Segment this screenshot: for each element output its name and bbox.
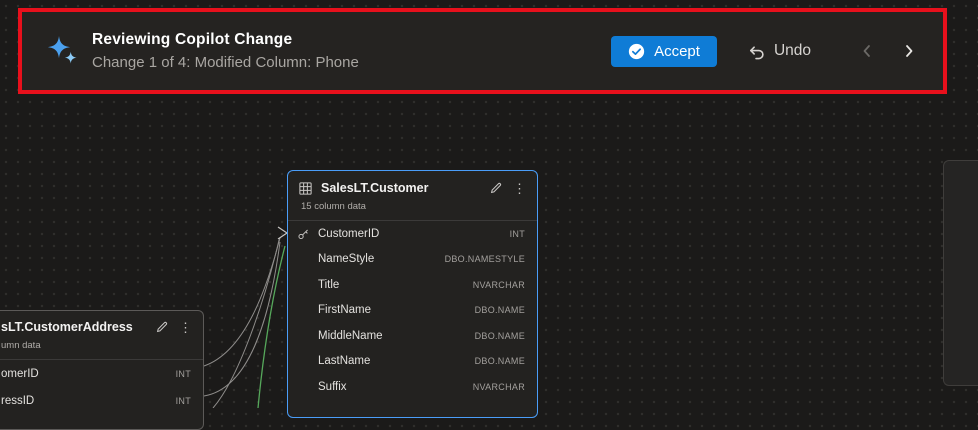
table-grid-icon <box>298 181 313 196</box>
pencil-icon <box>155 320 169 334</box>
column-type: INT <box>176 396 191 406</box>
more-options-button[interactable]: ⋮ <box>512 181 527 196</box>
check-circle-icon <box>628 43 645 60</box>
column-count-label: umn data <box>0 340 203 360</box>
table-node-header: sLT.CustomerAddress ⋮ <box>0 311 203 340</box>
column-type: INT <box>176 369 191 379</box>
column-name: NameStyle <box>318 253 445 265</box>
column-name: CustomerID <box>318 228 510 240</box>
column-row-customerid[interactable]: omerID INT <box>0 360 203 388</box>
column-row-firstname[interactable]: FirstName DBO.NAME <box>288 298 537 324</box>
undo-button[interactable]: Undo <box>747 42 811 61</box>
edit-table-button[interactable] <box>488 180 504 196</box>
column-type: DBO.NAME <box>475 356 525 366</box>
column-row-addressid[interactable]: ressID INT <box>0 388 203 416</box>
column-row-title[interactable]: Title NVARCHAR <box>288 272 537 298</box>
accept-button[interactable]: Accept <box>611 36 717 67</box>
column-row-middlename[interactable]: MiddleName DBO.NAME <box>288 323 537 349</box>
column-row-suffix[interactable]: Suffix NVARCHAR <box>288 374 537 400</box>
table-node-customer-address[interactable]: sLT.CustomerAddress ⋮ umn data omerID IN… <box>0 310 204 430</box>
column-name: LastName <box>318 355 475 367</box>
pencil-icon <box>489 181 503 195</box>
banner-subtitle: Change 1 of 4: Modified Column: Phone <box>92 54 359 71</box>
column-name: Suffix <box>318 381 473 393</box>
more-vertical-icon: ⋮ <box>179 320 192 335</box>
primary-key-icon <box>297 227 310 240</box>
column-type: NVARCHAR <box>473 280 525 290</box>
column-row-namestyle[interactable]: NameStyle DBO.NAMESTYLE <box>288 247 537 273</box>
edit-table-button[interactable] <box>154 319 170 335</box>
column-name: MiddleName <box>318 330 475 342</box>
column-type: NVARCHAR <box>473 382 525 392</box>
column-name: FirstName <box>318 304 475 316</box>
table-title: SalesLT.Customer <box>321 181 480 195</box>
next-change-button[interactable] <box>897 39 921 63</box>
more-options-button[interactable]: ⋮ <box>178 320 193 335</box>
change-nav-group <box>855 39 921 63</box>
column-type: INT <box>510 229 525 239</box>
chevron-left-icon <box>859 43 875 59</box>
accept-label: Accept <box>654 43 700 60</box>
copilot-review-banner: Reviewing Copilot Change Change 1 of 4: … <box>18 8 947 94</box>
chevron-right-icon <box>901 43 917 59</box>
column-type: DBO.NAMESTYLE <box>445 254 525 264</box>
column-row-lastname[interactable]: LastName DBO.NAME <box>288 349 537 375</box>
column-name: ressID <box>1 395 176 407</box>
column-row-customerid[interactable]: CustomerID INT <box>288 221 537 247</box>
table-node-customer[interactable]: SalesLT.Customer ⋮ 15 column data Custom… <box>287 170 538 418</box>
column-type: DBO.NAME <box>475 305 525 315</box>
undo-icon <box>747 42 766 61</box>
column-type: DBO.NAME <box>475 331 525 341</box>
table-title: sLT.CustomerAddress <box>1 320 146 334</box>
banner-actions: Accept Undo <box>611 36 921 67</box>
table-node-header: SalesLT.Customer ⋮ <box>288 171 537 201</box>
table-node-partial-right[interactable] <box>943 160 978 386</box>
column-name: omerID <box>1 368 176 380</box>
more-vertical-icon: ⋮ <box>513 181 526 196</box>
copilot-sparkle-icon <box>44 33 80 69</box>
column-count-label: 15 column data <box>288 201 537 221</box>
undo-label: Undo <box>774 42 811 60</box>
banner-text-block: Reviewing Copilot Change Change 1 of 4: … <box>92 31 359 71</box>
previous-change-button[interactable] <box>855 39 879 63</box>
column-name: Title <box>318 279 473 291</box>
banner-title: Reviewing Copilot Change <box>92 31 359 49</box>
